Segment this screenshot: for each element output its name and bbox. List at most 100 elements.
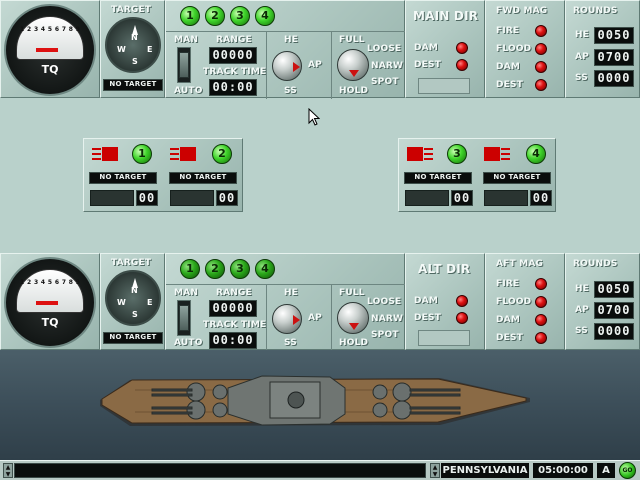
rounds-ap-display: 0700 — [594, 49, 634, 66]
mag-dest-label: DEST — [496, 80, 524, 90]
turret-2-target-status: NO TARGET — [169, 172, 237, 184]
director-blank-display — [418, 78, 470, 94]
man-auto-switch[interactable] — [177, 300, 191, 336]
shell-type-knob[interactable] — [272, 304, 302, 334]
track-time-display: 00:00 — [209, 79, 257, 96]
ship-name-display: PENNSYLVANIA — [441, 463, 529, 478]
director-dest-indicator — [456, 59, 468, 71]
turret-4-select-button[interactable]: 4 — [255, 259, 275, 279]
ship-overhead-view — [0, 350, 640, 460]
fire-control-plate: 1 2 3 4 MAN AUTO RANGE 00000 TRACK TIME … — [165, 0, 406, 99]
switch-handle — [179, 305, 189, 331]
turret-panels: 1 NO TARGET 00 2 NO TARGET 00 3 NO TARGE… — [0, 98, 640, 254]
turret-4-target-status: NO TARGET — [483, 172, 551, 184]
turret-2-button[interactable]: 2 — [212, 144, 232, 164]
gauge-label: TQ — [41, 63, 59, 76]
turret-4-count: 00 — [530, 190, 552, 206]
spot-label: SPOT — [371, 330, 399, 340]
turret-1-button[interactable]: 1 — [132, 144, 152, 164]
compass-w: W — [117, 298, 126, 307]
director-title: ALT DIR — [418, 262, 471, 276]
shell-divider — [266, 284, 267, 351]
turret-1-select-button[interactable]: 1 — [180, 6, 200, 26]
mag-dam-label: DAM — [496, 62, 520, 72]
gauge-needle — [36, 48, 58, 52]
rounds-he-label: HE — [575, 284, 590, 294]
gauge-tick-label: 8 — [68, 26, 73, 33]
turret-2-select-button[interactable]: 2 — [205, 6, 225, 26]
turret-1-load-bar — [90, 190, 134, 206]
turret-4-panel: 4 NO TARGET 00 — [478, 139, 557, 211]
target-compass[interactable]: N S W E — [105, 17, 161, 73]
magazine-status-plate: FWD MAG FIRE FLOOD DAM DEST — [485, 0, 565, 98]
turret-3-load-bar — [405, 190, 449, 206]
he-shell-label: HE — [284, 288, 299, 298]
torque-gauge-plate: 123456789 TQ — [0, 253, 100, 350]
target-compass-plate: TARGET N S W E NO TARGET — [100, 0, 165, 98]
knob-pointer-icon — [349, 70, 359, 77]
magazine-title: FWD MAG — [496, 6, 548, 16]
gauge-label: TQ — [41, 316, 59, 329]
turret-select-row: 1 2 3 4 — [180, 6, 275, 26]
turret-4-select-button[interactable]: 4 — [255, 6, 275, 26]
rounds-ss-display: 0000 — [594, 323, 634, 340]
mode-indicator[interactable]: A — [597, 463, 615, 478]
gauge-scale: 123456789 — [20, 26, 80, 38]
turret-4-button[interactable]: 4 — [526, 144, 546, 164]
man-auto-switch[interactable] — [177, 47, 191, 83]
rounds-he-display: 0050 — [594, 27, 634, 44]
gauge-tick-label: 7 — [61, 26, 66, 33]
spread-knob[interactable] — [337, 49, 369, 81]
range-display: 00000 — [209, 300, 257, 317]
turret-group-aft: 3 NO TARGET 00 4 NO TARGET 00 — [398, 138, 556, 212]
mag-flood-indicator — [535, 43, 547, 55]
ap-shell-label: AP — [308, 313, 322, 323]
director-dam-indicator — [456, 295, 468, 307]
shell-divider — [266, 31, 267, 99]
turret-1-select-button[interactable]: 1 — [180, 259, 200, 279]
full-label: FULL — [339, 35, 365, 45]
mag-fire-indicator — [535, 25, 547, 37]
mag-fire-label: FIRE — [496, 26, 520, 36]
rounds-ss-label: SS — [575, 326, 588, 336]
turret-3-panel: 3 NO TARGET 00 — [399, 139, 478, 211]
mag-flood-label: FLOOD — [496, 297, 532, 307]
gauge-tick-label: 7 — [61, 279, 66, 286]
rounds-plate: ROUNDS HE 0050 AP 0700 SS 0000 — [565, 0, 640, 98]
torque-gauge: 123456789 TQ — [4, 257, 96, 348]
scroll-arrows-icon[interactable]: ▲ ▼ — [3, 463, 13, 478]
turret-3-select-button[interactable]: 3 — [230, 259, 250, 279]
turret-1-target-status: NO TARGET — [89, 172, 157, 184]
compass-e: E — [147, 298, 153, 307]
ss-shell-label: SS — [284, 86, 297, 96]
ship-scroll-icon[interactable]: ▲ ▼ — [430, 463, 440, 478]
range-label: RANGE — [216, 35, 252, 45]
track-time-display: 00:00 — [209, 332, 257, 349]
fire-control-plate: 1 2 3 4 MAN AUTO RANGE 00000 TRACK TIME … — [165, 253, 406, 351]
rounds-he-label: HE — [575, 30, 590, 40]
turret-3-count: 00 — [451, 190, 473, 206]
turret-gun-icon — [170, 147, 196, 161]
compass-s: S — [132, 57, 138, 66]
director-blank-display — [418, 330, 470, 346]
rounds-ss-display: 0000 — [594, 70, 634, 87]
mag-dam-label: DAM — [496, 315, 520, 325]
narrow-label: NARW — [371, 61, 404, 71]
gauge-needle — [36, 301, 58, 305]
target-compass[interactable]: N S W E — [105, 270, 161, 326]
spread-knob[interactable] — [337, 302, 369, 334]
knob-pointer-icon — [349, 323, 359, 330]
shell-type-knob[interactable] — [272, 51, 302, 81]
turret-3-button[interactable]: 3 — [447, 144, 467, 164]
torque-gauge-plate: 123456789 TQ — [0, 0, 100, 98]
rounds-ap-label: AP — [575, 52, 589, 62]
dam-label: DAM — [414, 296, 438, 306]
turret-2-select-button[interactable]: 2 — [205, 259, 225, 279]
knob-pointer-icon — [293, 315, 300, 325]
mag-dest-label: DEST — [496, 333, 524, 343]
turret-3-select-button[interactable]: 3 — [230, 6, 250, 26]
go-button[interactable]: GO — [619, 462, 636, 479]
turret-3-target-status: NO TARGET — [404, 172, 472, 184]
target-status-display: NO TARGET — [103, 79, 163, 91]
spot-label: SPOT — [371, 77, 399, 87]
